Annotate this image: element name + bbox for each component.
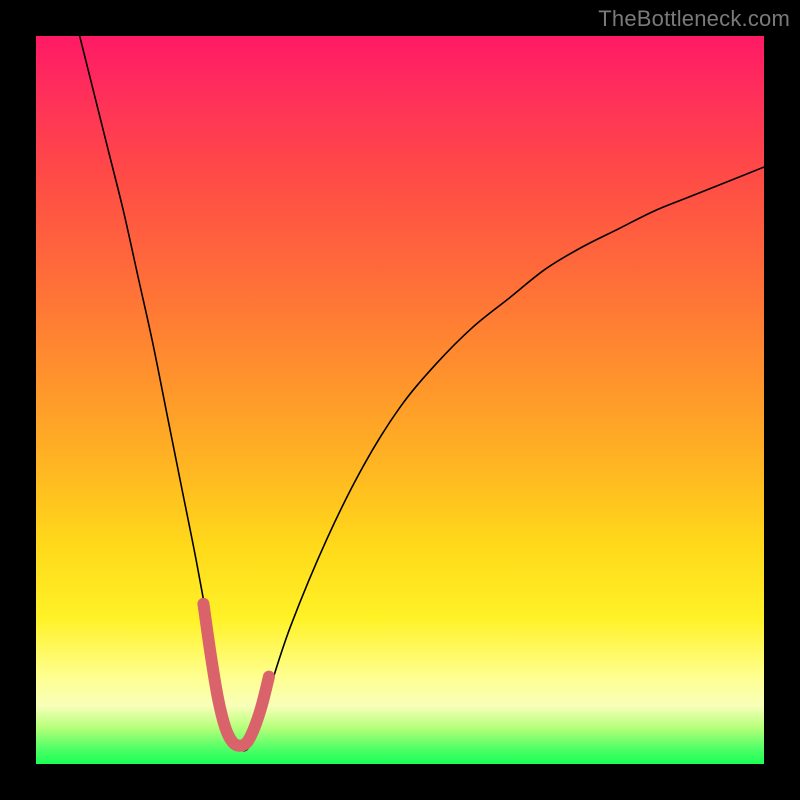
highlight-segment <box>203 604 269 746</box>
curve-layer <box>36 36 764 764</box>
chart-frame: TheBottleneck.com <box>0 0 800 800</box>
watermark-text: TheBottleneck.com <box>598 6 790 32</box>
plot-area <box>36 36 764 764</box>
main-curve <box>80 36 764 751</box>
